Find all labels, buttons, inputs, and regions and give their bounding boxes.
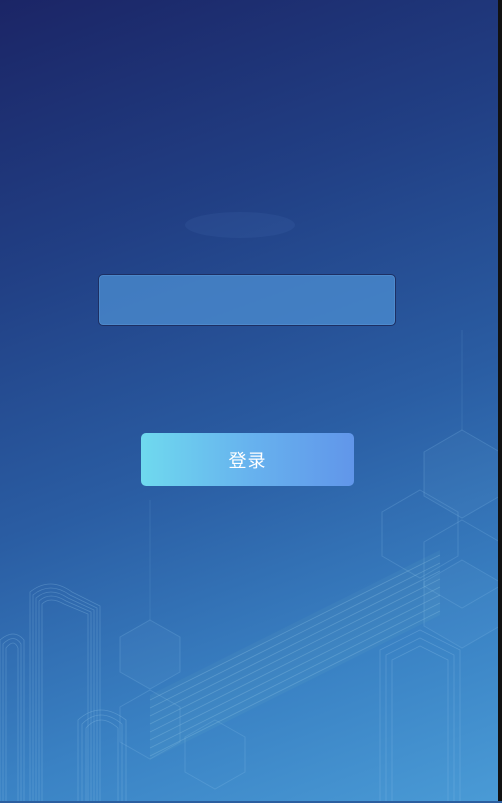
login-screen: 登录 (0, 0, 502, 803)
background-glow (185, 212, 295, 238)
username-field[interactable] (98, 274, 396, 326)
login-button[interactable]: 登录 (141, 433, 354, 486)
city-skyline-illustration (0, 330, 501, 803)
window-edge (498, 0, 502, 803)
username-input[interactable] (99, 275, 395, 325)
